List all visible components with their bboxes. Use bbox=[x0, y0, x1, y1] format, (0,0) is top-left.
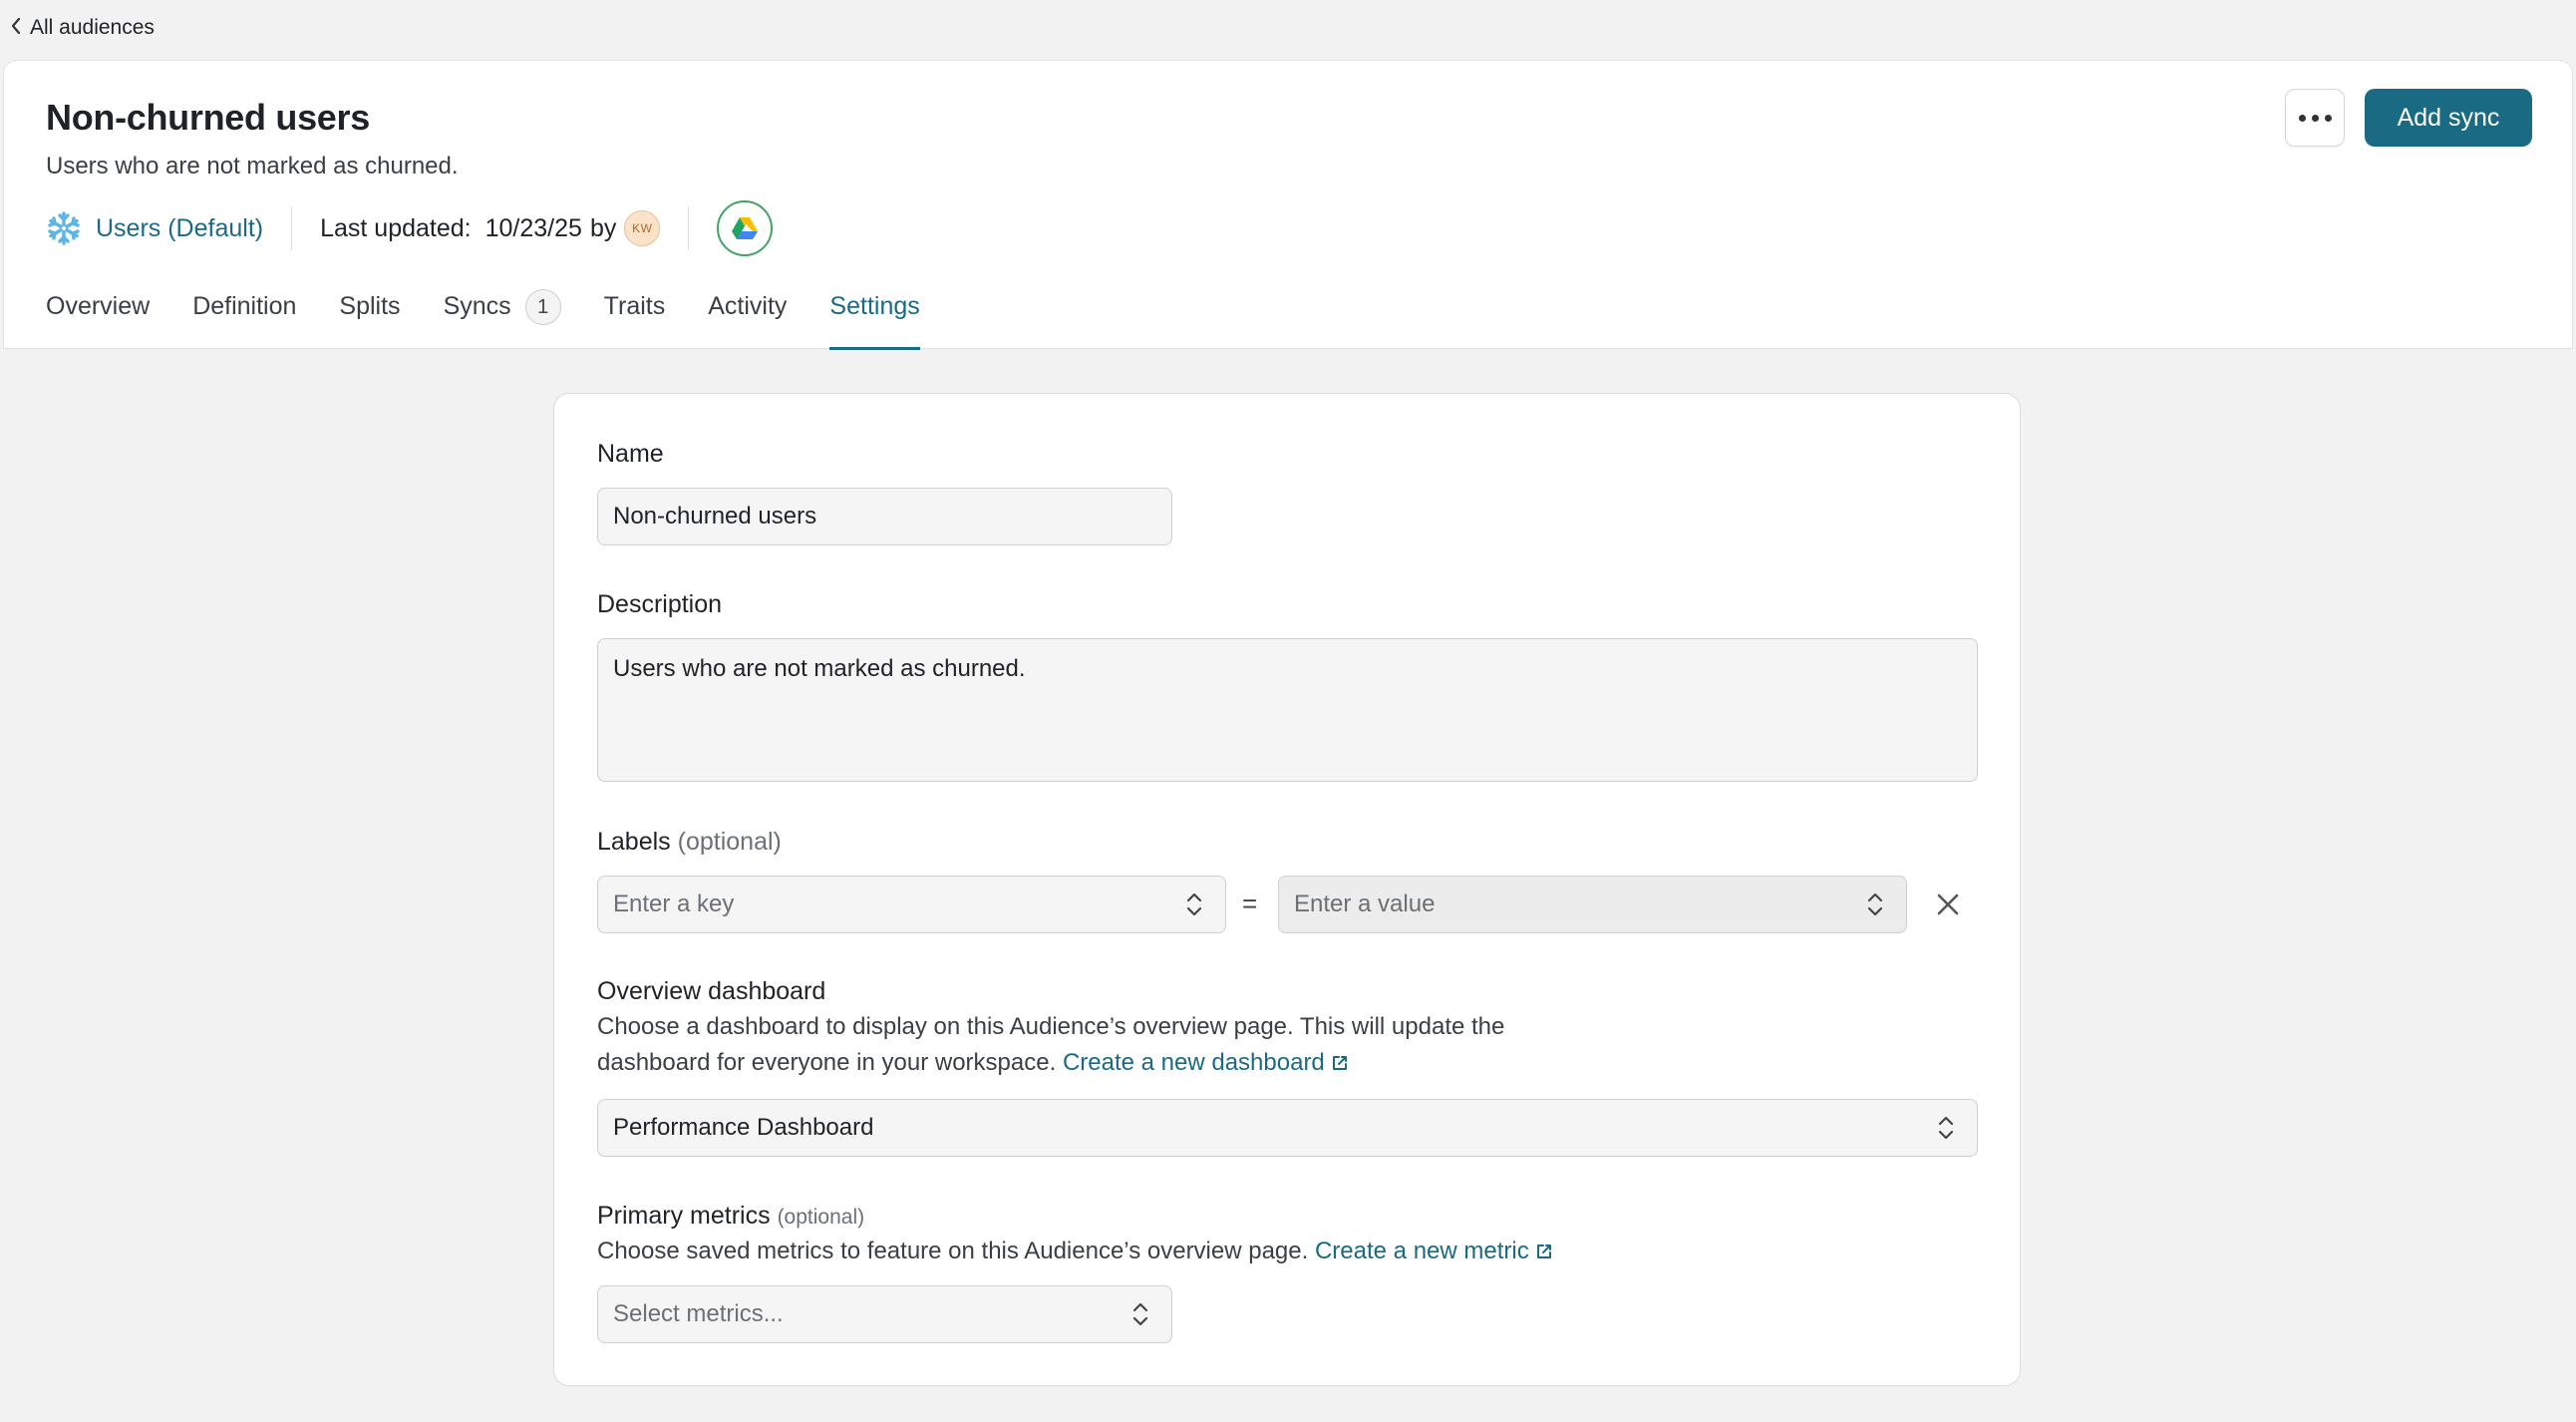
parent-model-label: Users (Default) bbox=[96, 213, 264, 242]
primary-metrics-help: Choose saved metrics to feature on this … bbox=[597, 1234, 1553, 1269]
create-metric-label: Create a new metric bbox=[1314, 1238, 1529, 1264]
divider bbox=[688, 206, 690, 250]
dashboard-selected-value: Performance Dashboard bbox=[613, 1114, 874, 1141]
chevron-up-down-icon bbox=[1186, 892, 1202, 916]
page-title: Non-churned users bbox=[46, 97, 370, 138]
metrics-placeholder: Select metrics... bbox=[613, 1300, 784, 1327]
add-sync-button[interactable]: Add sync bbox=[2365, 89, 2532, 147]
name-input[interactable]: Non-churned users bbox=[597, 488, 1172, 545]
tab-label: Definition bbox=[192, 292, 297, 320]
overview-dashboard-help: Choose a dashboard to display on this Au… bbox=[597, 1009, 1504, 1081]
external-link-icon bbox=[1536, 1244, 1551, 1258]
audience-header: Non-churned users Users who are not mark… bbox=[3, 60, 2573, 350]
tab-splits[interactable]: Splits bbox=[339, 292, 400, 350]
tab-overview[interactable]: Overview bbox=[46, 292, 150, 350]
page-subtitle: Users who are not marked as churned. bbox=[46, 153, 459, 179]
by-label: by bbox=[589, 213, 617, 242]
dashboard-help-line-1: Choose a dashboard to display on this Au… bbox=[597, 1013, 1505, 1040]
tab-label: Traits bbox=[603, 292, 666, 320]
close-icon[interactable] bbox=[1934, 890, 1962, 918]
optional-hint: (optional) bbox=[777, 1206, 865, 1229]
labels-label-text: Labels bbox=[597, 828, 671, 856]
audience-meta-row: Users (Default) Last updated: 10/23/25 b… bbox=[46, 198, 774, 258]
tab-label: Splits bbox=[339, 292, 401, 320]
divider bbox=[291, 206, 293, 250]
labels-label: Labels (optional) bbox=[597, 828, 782, 857]
snowflake-icon bbox=[48, 211, 80, 245]
more-actions-button[interactable] bbox=[2285, 89, 2345, 147]
description-textarea[interactable]: Users who are not marked as churned. bbox=[597, 638, 1978, 782]
tab-traits[interactable]: Traits bbox=[604, 292, 666, 350]
metrics-help-text: Choose saved metrics to feature on this … bbox=[597, 1238, 1309, 1264]
chevron-up-down-icon bbox=[1867, 892, 1883, 916]
tab-label: Activity bbox=[708, 292, 788, 320]
description-label: Description bbox=[597, 590, 723, 618]
last-updated-label: Last updated: bbox=[320, 213, 472, 242]
optional-hint: (optional) bbox=[677, 828, 782, 856]
external-link-icon bbox=[1332, 1056, 1347, 1070]
overview-dashboard-label: Overview dashboard bbox=[597, 977, 826, 1005]
equals-sign: = bbox=[1242, 889, 1258, 918]
tab-label: Overview bbox=[46, 292, 151, 320]
last-updated: Last updated: 10/23/25 by KW bbox=[320, 210, 661, 246]
back-to-all-audiences-link[interactable]: All audiences bbox=[10, 16, 155, 40]
settings-form: Name Non-churned users Description Users… bbox=[553, 393, 2021, 1386]
label-key-select[interactable]: Enter a key bbox=[597, 876, 1226, 933]
chevron-left-icon bbox=[10, 17, 22, 39]
syncs-count-badge: 1 bbox=[524, 289, 561, 325]
google-drive-icon[interactable] bbox=[717, 200, 774, 256]
last-updated-date: 10/23/25 bbox=[484, 213, 582, 242]
dashboard-help-line-2: dashboard for everyone in your workspace… bbox=[597, 1049, 1057, 1076]
label-value-select[interactable]: Enter a value bbox=[1278, 876, 1907, 933]
tab-label: Syncs bbox=[443, 292, 511, 320]
parent-model-link[interactable]: Users (Default) bbox=[46, 210, 263, 246]
chevron-up-down-icon bbox=[1938, 1116, 1954, 1140]
tab-syncs[interactable]: Syncs 1 bbox=[443, 289, 561, 350]
dashboard-select[interactable]: Performance Dashboard bbox=[597, 1099, 1978, 1157]
tab-definition[interactable]: Definition bbox=[192, 292, 296, 350]
create-metric-link[interactable]: Create a new metric bbox=[1315, 1238, 1553, 1264]
ellipsis-icon bbox=[2298, 114, 2332, 122]
create-dashboard-label: Create a new dashboard bbox=[1062, 1049, 1325, 1076]
chevron-up-down-icon bbox=[1132, 1302, 1148, 1326]
tab-label: Settings bbox=[829, 292, 920, 320]
tab-settings[interactable]: Settings bbox=[829, 292, 921, 350]
label-key-placeholder: Enter a key bbox=[613, 890, 735, 917]
label-value-placeholder: Enter a value bbox=[1294, 890, 1436, 917]
audience-tabs: Overview Definition Splits Syncs 1 Trait… bbox=[46, 289, 963, 350]
name-label: Name bbox=[597, 440, 664, 468]
tab-activity[interactable]: Activity bbox=[708, 292, 787, 350]
create-dashboard-link[interactable]: Create a new dashboard bbox=[1063, 1049, 1349, 1076]
avatar[interactable]: KW bbox=[624, 210, 661, 246]
primary-metrics-label: Primary metrics (optional) bbox=[597, 1202, 864, 1231]
primary-metrics-label-text: Primary metrics bbox=[597, 1202, 771, 1230]
metrics-select[interactable]: Select metrics... bbox=[597, 1285, 1172, 1343]
back-link-label: All audiences bbox=[30, 16, 155, 39]
